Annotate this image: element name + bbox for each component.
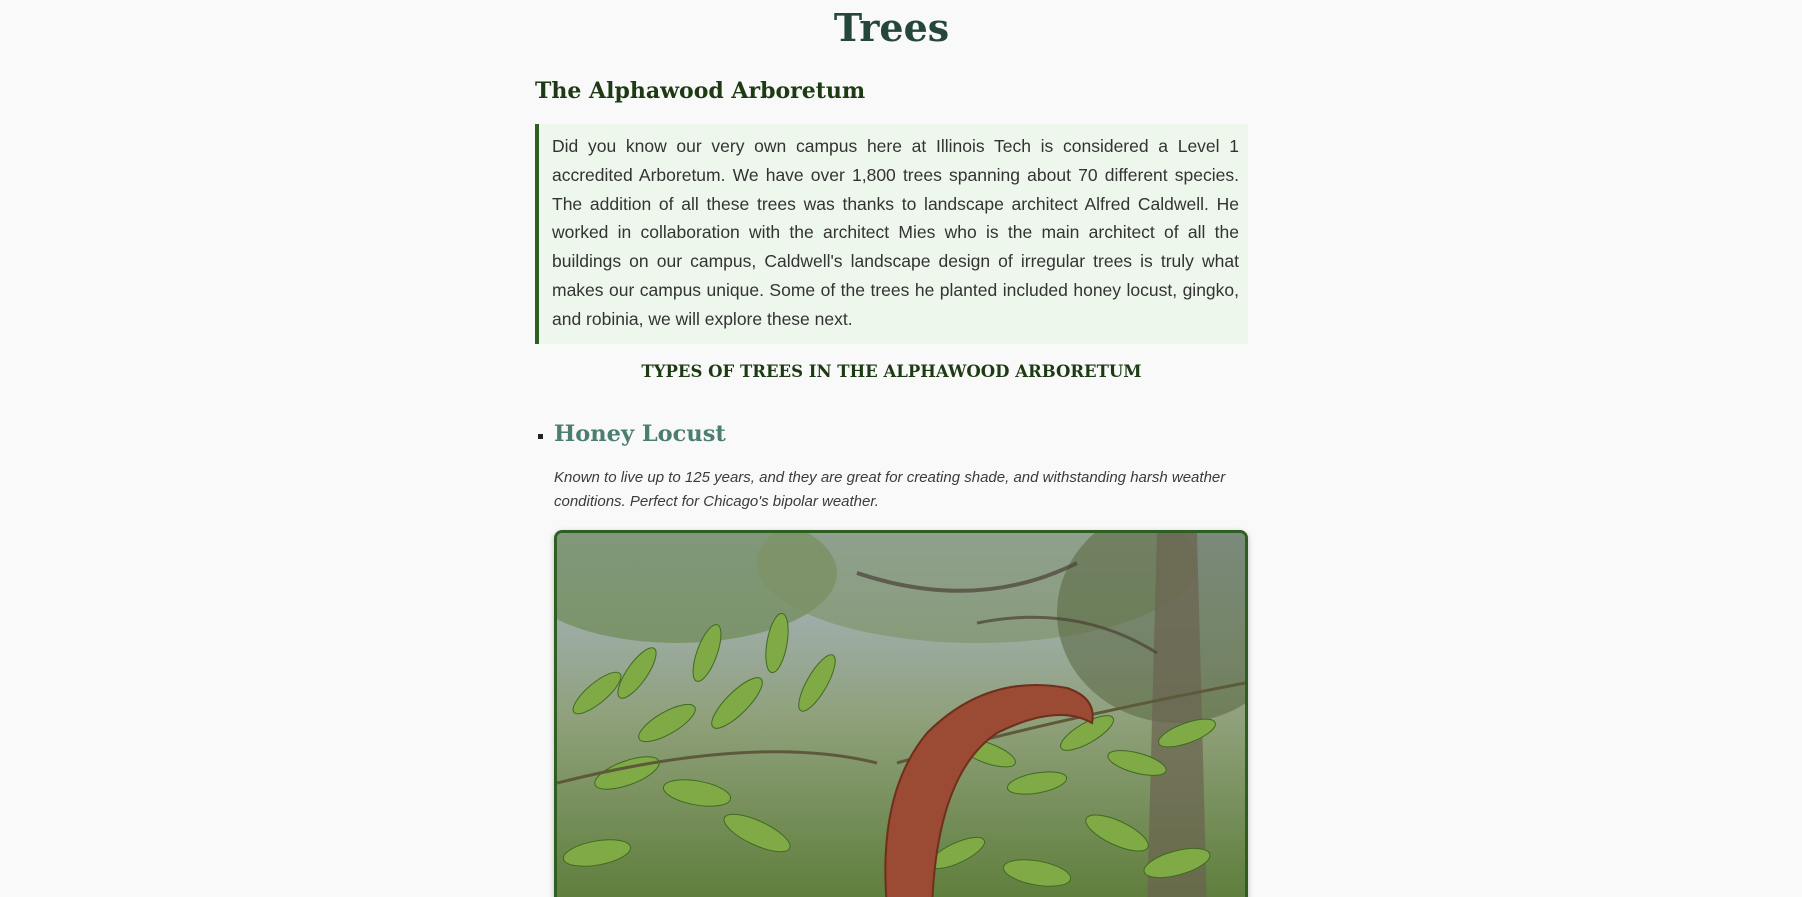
honey-locust-photo [554, 530, 1248, 897]
honey-locust-illustration [557, 533, 1245, 897]
list-item: Honey Locust Known to live up to 125 yea… [535, 414, 1248, 897]
arboretum-heading: The Alphawood Arboretum [535, 78, 866, 104]
arboretum-intro-quote: Did you know our very own campus here at… [535, 124, 1248, 344]
tree-description: Known to live up to 125 years, and they … [554, 469, 1226, 510]
page-title: Trees [833, 5, 950, 50]
tree-name: Honey Locust [554, 421, 726, 447]
square-bullet-icon [538, 434, 543, 439]
arboretum-intro-text: Did you know our very own campus here at… [552, 136, 1239, 329]
tree-list: Honey Locust Known to live up to 125 yea… [535, 414, 1248, 897]
page: Trees The Alphawood Arboretum Did you kn… [0, 0, 1802, 897]
tree-types-heading: TYPES OF TREES IN THE ALPHAWOOD ARBORETU… [641, 362, 1142, 381]
